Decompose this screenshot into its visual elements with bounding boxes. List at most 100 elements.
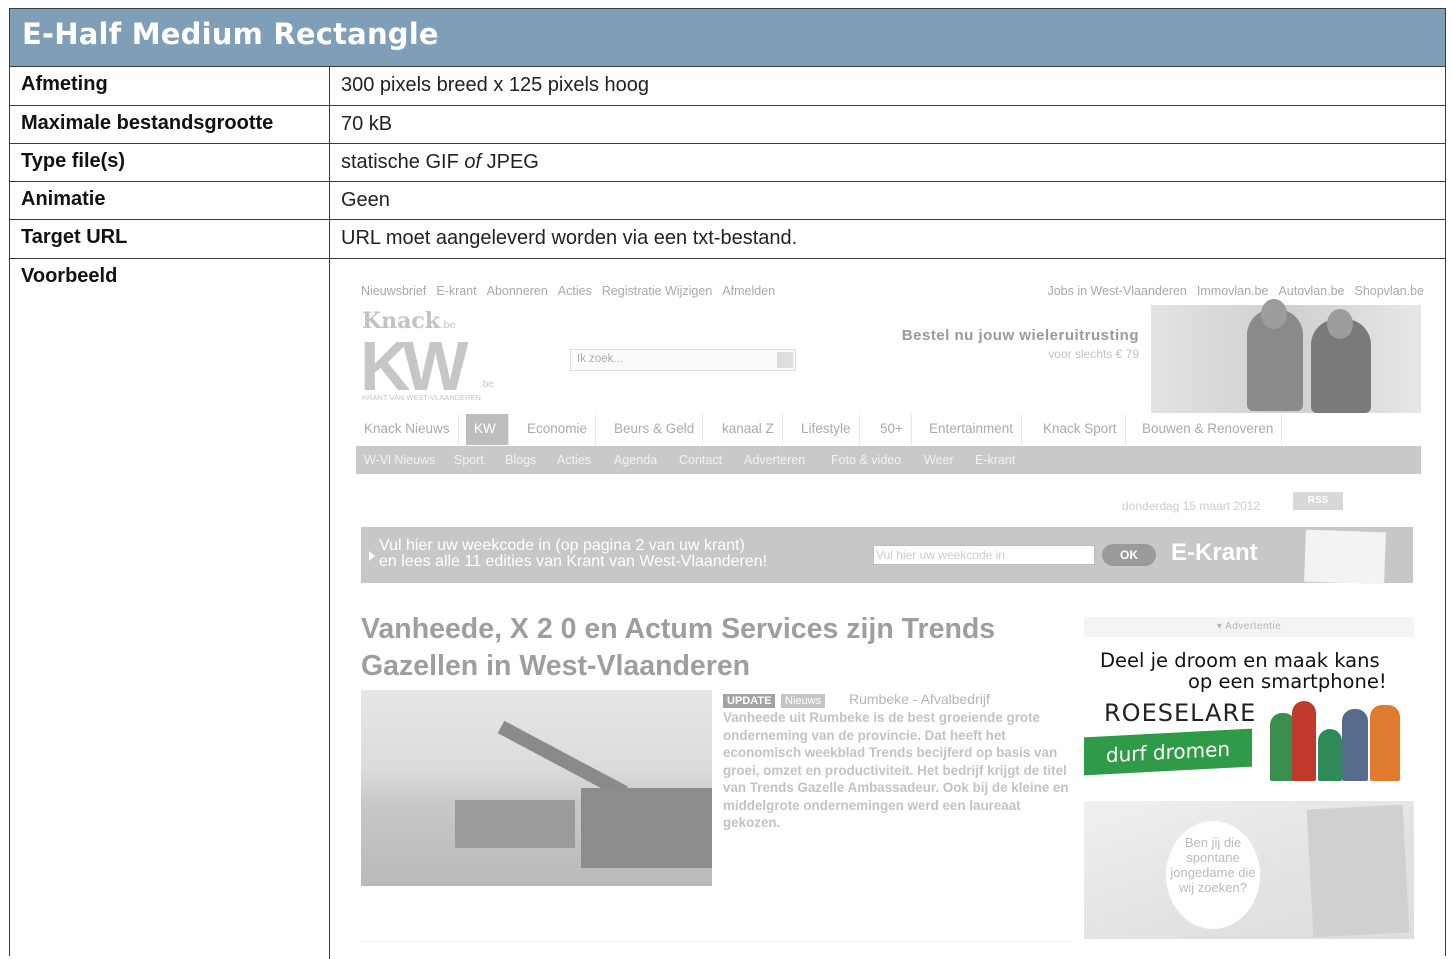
article-body: Vanheede uit Rumbeke is de best groeiend… (723, 710, 1069, 830)
weekcode-text: Vul hier uw weekcode in (op pagina 2 van… (379, 537, 768, 570)
spec-row-target-url: Target URL URL moet aangeleverd worden v… (10, 220, 1445, 259)
article-photo[interactable] (361, 690, 712, 886)
magazine-image (1306, 804, 1410, 938)
container (581, 788, 712, 868)
promo-title[interactable]: Bestel nu jouw wieleruitrusting (902, 327, 1139, 344)
nav-tab[interactable]: 50+ (872, 414, 912, 445)
durf-dromen-banner: durf dromen (1084, 728, 1252, 776)
newspaper-thumbnail[interactable] (1304, 529, 1386, 585)
spec-value: 70 kB (341, 113, 393, 135)
nav-tab[interactable]: Bouwen & Renoveren (1134, 414, 1283, 445)
sub-nav-item[interactable]: Contact (671, 446, 730, 474)
date-label: donderdag 15 maart 2012 (1122, 499, 1261, 513)
spec-row-bestandsgrootte: Maximale bestandsgrootte 70 kB (10, 106, 1445, 144)
rss-button[interactable]: RSS (1293, 492, 1343, 510)
spec-row-type: Type file(s) statische GIF of JPEG (10, 144, 1445, 182)
ad-vacancy-text: Ben jij die spontane jongedame die wij z… (1166, 821, 1260, 929)
kw-logo[interactable]: KW (360, 331, 469, 401)
spec-row-animatie: Animatie Geen (10, 182, 1445, 220)
spec-key: Maximale bestandsgrootte (10, 106, 330, 143)
spec-value: 300 pixels breed x 125 pixels hoog (341, 74, 649, 96)
page-title: E-Half Medium Rectangle (22, 17, 439, 51)
main-nav: Knack Nieuws KW Economie Beurs & Geld ka… (356, 414, 1421, 447)
top-link[interactable]: Jobs in West-Vlaanderen (1047, 284, 1186, 298)
promo-subtitle: voor slechts € 79 (1048, 347, 1139, 361)
article-location: Rumbeke - Afvalbedrijf (849, 691, 990, 707)
nav-tab[interactable]: Entertainment (921, 414, 1023, 445)
spec-row-afmeting: Afmeting 300 pixels breed x 125 pixels h… (10, 67, 1445, 106)
nav-tab[interactable]: Lifestyle (793, 414, 860, 445)
sub-nav-item[interactable]: Acties (549, 446, 599, 474)
ok-button[interactable]: OK (1102, 544, 1156, 566)
ad-label: ▾ Advertentie (1084, 617, 1414, 637)
person (1292, 701, 1316, 781)
weekcode-input[interactable]: Vul hier uw weekcode in (873, 545, 1095, 565)
sub-nav: W-Vl Nieuws Sport Blogs Acties Agenda Co… (356, 446, 1421, 474)
search-input[interactable]: Ik zoek... (570, 349, 796, 371)
spec-key: Afmeting (10, 67, 330, 105)
top-link[interactable]: Autovlan.be (1278, 284, 1344, 298)
spec-value-prefix: statische GIF (341, 151, 465, 173)
excavator (455, 800, 575, 848)
family-image (1270, 695, 1406, 781)
spec-value: statische GIF of JPEG (330, 144, 1445, 181)
top-link[interactable]: Afmelden (722, 284, 775, 298)
top-links-right: Jobs in West-Vlaanderen Immovlan.be Autovl… (1047, 284, 1424, 298)
person (1370, 705, 1400, 781)
sub-nav-item[interactable]: E-krant (967, 446, 1023, 474)
spec-key: Target URL (10, 220, 330, 258)
play-icon (369, 551, 375, 561)
spec-key: Type file(s) (10, 144, 330, 181)
nav-tab[interactable]: Beurs & Geld (606, 414, 704, 445)
nav-tab[interactable]: kanaal Z (714, 414, 783, 445)
nav-tab[interactable]: Knack Sport (1035, 414, 1126, 445)
kw-logo-subtitle: KRANT VAN WEST-VLAANDEREN (362, 393, 481, 402)
cyclists-image[interactable] (1151, 299, 1421, 413)
ekrant-title[interactable]: E-Krant (1171, 539, 1258, 567)
weekcode-banner: Vul hier uw weekcode in (op pagina 2 van… (361, 527, 1413, 585)
nav-tab-active[interactable]: KW (466, 414, 509, 445)
search-placeholder: Ik zoek... (577, 353, 624, 365)
nav-tab[interactable]: Economie (519, 414, 597, 445)
spec-value-suffix: JPEG (481, 151, 539, 173)
top-link[interactable]: Nieuwsbrief (361, 284, 426, 298)
top-link[interactable]: Shopvlan.be (1354, 284, 1424, 298)
ad-vacancy[interactable]: Ben jij die spontane jongedame die wij z… (1084, 801, 1414, 939)
sub-nav-item[interactable]: Agenda (606, 446, 665, 474)
sub-nav-item[interactable]: Blogs (497, 446, 544, 474)
top-link[interactable]: Abonneren (487, 284, 548, 298)
title-bar: E-Half Medium Rectangle (10, 9, 1445, 67)
cyclist-head (1327, 309, 1353, 339)
top-link[interactable]: Registratie Wijzigen (602, 284, 712, 298)
spec-key: Voorbeeld (10, 259, 330, 959)
roeselare-logo: ROESELARE (1104, 699, 1257, 727)
spec-value-italic: of (464, 151, 482, 173)
person (1318, 729, 1342, 781)
news-badge: Nieuws (781, 694, 826, 708)
spec-value: Geen (341, 189, 390, 211)
divider (361, 941, 1073, 942)
ad-line-2: op een smartphone! (1188, 670, 1387, 693)
spec-key: Animatie (10, 182, 330, 219)
sub-nav-item[interactable]: Sport (446, 446, 492, 474)
site-header: Knack.be KW .be KRANT VAN WEST-VLAANDERE… (356, 299, 1421, 413)
nav-tab[interactable]: Knack Nieuws (356, 414, 459, 445)
cyclist-head (1261, 299, 1287, 329)
top-links-left: Nieuwsbrief E-krant Abonneren Acties Registr… (361, 284, 785, 298)
sub-nav-item[interactable]: Adverteren (736, 446, 813, 474)
update-badge: UPDATE (723, 694, 776, 708)
spec-value: URL moet aangeleverd worden via een txt-… (341, 227, 798, 249)
example-screenshot: Nieuwsbrief E-krant Abonneren Acties Registr… (346, 271, 1424, 956)
ad-roeselare[interactable]: Deel je droom en maak kans op een smartp… (1084, 643, 1414, 783)
kw-logo-be: .be (480, 379, 494, 390)
sub-nav-item[interactable]: Weer (916, 446, 962, 474)
search-icon[interactable] (777, 352, 793, 368)
top-link[interactable]: Acties (558, 284, 592, 298)
top-link[interactable]: E-krant (436, 284, 476, 298)
ad-line-1: Deel je droom en maak kans (1100, 649, 1380, 672)
person (1342, 709, 1368, 781)
sub-nav-item[interactable]: W-Vl Nieuws (356, 446, 443, 474)
article-headline[interactable]: Vanheede, X 2 0 en Actum Services zijn T… (361, 611, 1071, 685)
sub-nav-item[interactable]: Foto & video (823, 446, 909, 474)
top-link[interactable]: Immovlan.be (1197, 284, 1269, 298)
